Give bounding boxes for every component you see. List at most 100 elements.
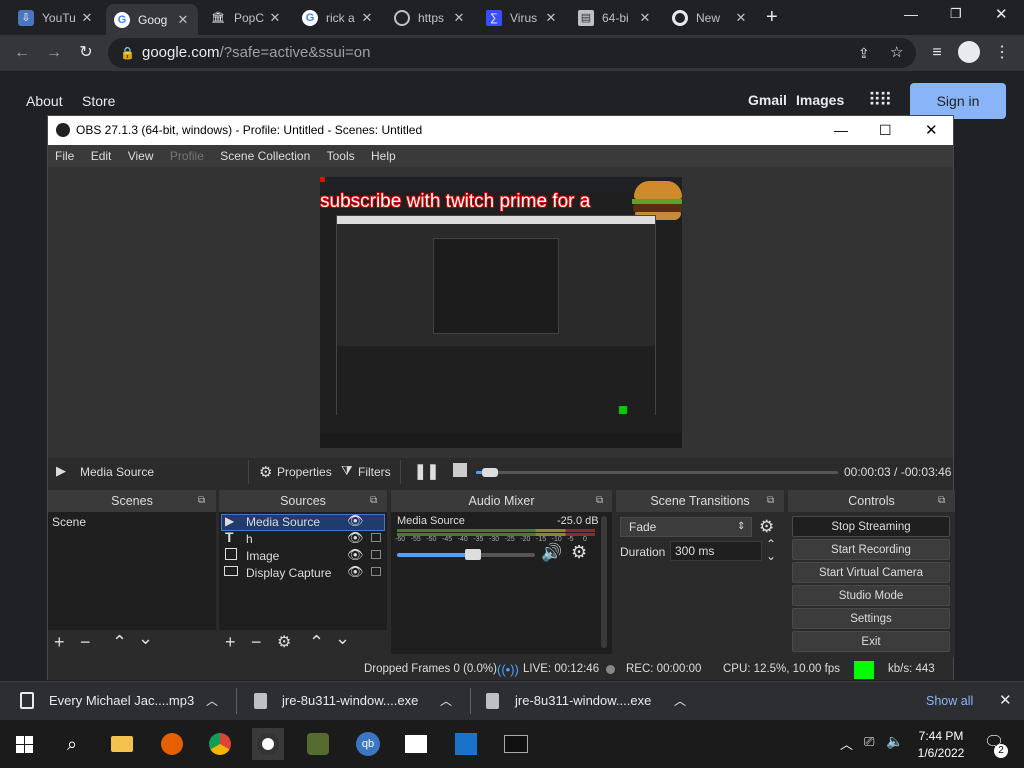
start-recording-button[interactable]: Start Recording bbox=[792, 539, 950, 560]
obs-close-icon[interactable]: ✕ bbox=[925, 116, 938, 145]
source-item-h[interactable]: h bbox=[246, 531, 253, 548]
stream-preview[interactable]: subscribe with twitch prime for a bbox=[320, 177, 682, 448]
dock-undock-icon[interactable]: ⧉ bbox=[370, 495, 377, 506]
video-editor-icon[interactable] bbox=[450, 728, 482, 760]
settings-button[interactable]: Settings bbox=[792, 608, 950, 629]
scene-item[interactable]: Scene bbox=[52, 514, 86, 531]
close-tab-icon[interactable]: ✕ bbox=[360, 10, 374, 26]
duration-input[interactable]: 300 ms bbox=[670, 541, 762, 561]
menu-edit[interactable]: Edit bbox=[91, 149, 112, 163]
transition-select[interactable]: Fade ⇕ bbox=[620, 517, 752, 537]
firefox-icon[interactable] bbox=[156, 728, 188, 760]
tab-youtube[interactable]: ⇩ YouTu ✕ bbox=[10, 4, 102, 32]
filters-button[interactable]: Filters bbox=[358, 465, 391, 479]
close-tab-icon[interactable]: ✕ bbox=[80, 10, 94, 26]
download-item-mp3[interactable]: Every Michael Jac....mp3 bbox=[49, 682, 194, 720]
address-bar[interactable]: 🔒 google.com/?safe=active&ssui=on ⇪ ☆ bbox=[108, 38, 916, 68]
gear-icon[interactable]: ⚙ bbox=[759, 517, 774, 537]
profile-avatar-icon[interactable] bbox=[958, 41, 980, 63]
stop-icon[interactable] bbox=[453, 463, 467, 477]
move-down-icon[interactable]: ⌄ bbox=[138, 628, 153, 649]
tab-virus[interactable]: ∑ Virus ✕ bbox=[478, 4, 566, 32]
back-icon[interactable]: ← bbox=[10, 41, 34, 65]
qbittorrent-icon[interactable]: qb bbox=[352, 728, 384, 760]
apps-grid-icon[interactable]: ⠿⠿ bbox=[868, 90, 892, 111]
menu-view[interactable]: View bbox=[128, 149, 154, 163]
move-up-icon[interactable]: ⌃ bbox=[309, 632, 324, 653]
network-icon[interactable]: ⎚ bbox=[864, 734, 874, 750]
store-link[interactable]: Store bbox=[82, 93, 115, 109]
studio-mode-button[interactable]: Studio Mode bbox=[792, 585, 950, 606]
search-icon[interactable]: ⌕ bbox=[56, 728, 88, 760]
close-window-icon[interactable]: ✕ bbox=[995, 5, 1008, 23]
chrome-icon[interactable] bbox=[204, 728, 236, 760]
move-down-icon[interactable]: ⌄ bbox=[335, 628, 350, 649]
add-icon[interactable]: + bbox=[225, 632, 236, 653]
seek-handle[interactable] bbox=[482, 468, 498, 477]
show-all-button[interactable]: Show all bbox=[926, 682, 973, 720]
bookmark-star-icon[interactable]: ☆ bbox=[890, 38, 903, 68]
volume-slider-handle[interactable] bbox=[464, 549, 481, 560]
start-virtual-camera-button[interactable]: Start Virtual Camera bbox=[792, 562, 950, 583]
media-seek-bar[interactable] bbox=[476, 468, 838, 477]
chevron-up-icon[interactable]: ︿ bbox=[440, 682, 452, 720]
chevron-up-icon[interactable]: ︿ bbox=[206, 682, 218, 720]
forward-icon[interactable]: → bbox=[42, 41, 66, 65]
visibility-eye-icon[interactable]: 👁 bbox=[347, 530, 364, 546]
tab-new[interactable]: New ✕ bbox=[664, 4, 756, 32]
close-tab-icon[interactable]: ✕ bbox=[734, 10, 748, 26]
source-item-display[interactable]: Display Capture bbox=[246, 565, 331, 582]
tab-64bit[interactable]: ▤ 64-bi ✕ bbox=[570, 4, 660, 32]
source-item-image[interactable]: Image bbox=[246, 548, 279, 565]
chevron-up-icon[interactable]: ︿ bbox=[674, 682, 686, 720]
close-tab-icon[interactable]: ✕ bbox=[268, 10, 282, 26]
dock-undock-icon[interactable]: ⧉ bbox=[198, 495, 205, 506]
menu-profile[interactable]: Profile bbox=[170, 149, 204, 163]
lock-icon[interactable] bbox=[371, 550, 381, 559]
stop-streaming-button[interactable]: Stop Streaming bbox=[792, 516, 950, 537]
dock-undock-icon[interactable]: ⧉ bbox=[596, 495, 603, 506]
terminal-icon[interactable] bbox=[500, 728, 532, 760]
clock-time[interactable]: 7:44 PM bbox=[917, 729, 965, 743]
photos-icon[interactable] bbox=[400, 728, 432, 760]
visibility-eye-icon[interactable]: 👁 bbox=[347, 513, 364, 529]
scrollbar[interactable] bbox=[601, 516, 607, 648]
show-hidden-icons-chevron-icon[interactable]: ︿ bbox=[840, 734, 853, 753]
close-tab-icon[interactable]: ✕ bbox=[452, 10, 466, 26]
volume-slider[interactable] bbox=[397, 549, 535, 560]
lock-icon[interactable] bbox=[371, 533, 381, 542]
remove-icon[interactable]: − bbox=[80, 632, 91, 653]
close-tab-icon[interactable]: ✕ bbox=[176, 12, 190, 28]
stepper-arrows-icon[interactable]: ⌃ ⌄ bbox=[766, 538, 776, 562]
play-icon[interactable]: ▶ bbox=[56, 463, 66, 479]
obs-minimize-icon[interactable]: — bbox=[834, 116, 848, 145]
remove-icon[interactable]: − bbox=[251, 632, 262, 653]
media-control-icon[interactable]: ≡ bbox=[925, 41, 949, 65]
visibility-eye-icon[interactable]: 👁 bbox=[347, 564, 364, 580]
tab-rick[interactable]: G rick a ✕ bbox=[294, 4, 382, 32]
minimize-icon[interactable]: — bbox=[904, 6, 918, 22]
obs-maximize-icon[interactable]: ☐ bbox=[879, 116, 892, 145]
speaker-icon[interactable]: 🔊 bbox=[541, 543, 562, 563]
dock-undock-icon[interactable]: ⧉ bbox=[938, 495, 945, 506]
exit-button[interactable]: Exit bbox=[792, 631, 950, 652]
images-link[interactable]: Images bbox=[796, 92, 844, 108]
download-item-jre-2[interactable]: jre-8u311-window....exe bbox=[515, 682, 651, 720]
close-tab-icon[interactable]: ✕ bbox=[638, 10, 652, 26]
restore-icon[interactable]: ❐ bbox=[950, 6, 962, 22]
obs-taskbar-icon[interactable] bbox=[252, 728, 284, 760]
close-downloads-icon[interactable]: ✕ bbox=[999, 682, 1012, 720]
source-item-media[interactable]: Media Source bbox=[246, 514, 320, 531]
add-icon[interactable]: + bbox=[54, 632, 65, 653]
menu-kebab-icon[interactable]: ⋮ bbox=[990, 41, 1014, 65]
tab-google[interactable]: G Goog ✕ bbox=[106, 4, 198, 35]
share-icon[interactable]: ⇪ bbox=[858, 38, 870, 68]
file-explorer-icon[interactable] bbox=[106, 728, 138, 760]
properties-button[interactable]: Properties bbox=[277, 465, 332, 479]
close-tab-icon[interactable]: ✕ bbox=[544, 10, 558, 26]
gear-icon[interactable]: ⚙ bbox=[571, 542, 587, 563]
visibility-eye-icon[interactable]: 👁 bbox=[347, 547, 364, 563]
windows-start-icon[interactable] bbox=[8, 728, 40, 760]
menu-tools[interactable]: Tools bbox=[327, 149, 355, 163]
clock-date[interactable]: 1/6/2022 bbox=[917, 746, 965, 760]
